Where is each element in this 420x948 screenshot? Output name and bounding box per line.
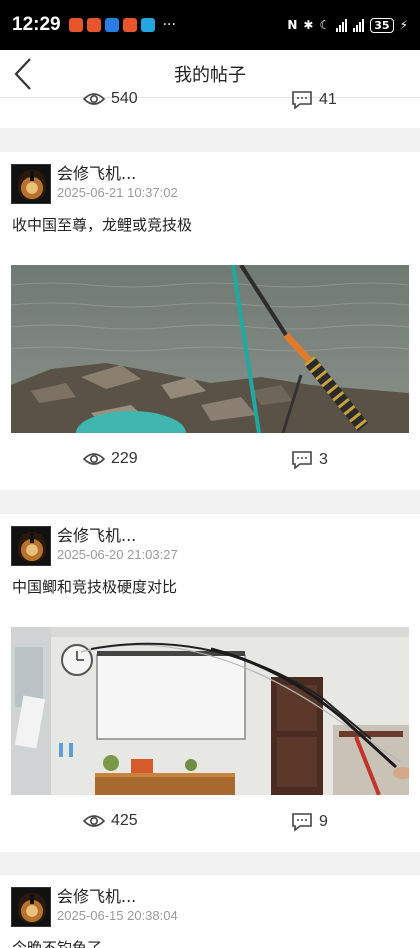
- post-stats: 229 3: [0, 450, 420, 474]
- app-notification-icon: [104, 18, 119, 32]
- back-button[interactable]: [8, 56, 38, 92]
- post-stats: 425 9: [0, 812, 420, 836]
- post-card[interactable]: 会修飞机... 2025-06-20 21:03:27 中国鲫和竞技极硬度对比: [0, 514, 420, 852]
- avatar[interactable]: [11, 526, 51, 566]
- avatar[interactable]: [11, 164, 51, 204]
- post-text: 今晚不钓鱼了: [12, 939, 103, 948]
- post-time: 2025-06-15 20:38:04: [57, 908, 178, 923]
- signal-icon: [353, 18, 365, 32]
- signal-icon: [336, 18, 348, 32]
- comment-count-value: 41: [319, 91, 337, 108]
- post-text: 中国鲫和竞技极硬度对比: [12, 578, 178, 596]
- author-name[interactable]: 会修飞机...: [57, 526, 178, 546]
- page-title: 我的帖子: [174, 64, 246, 86]
- view-count: 540: [83, 90, 138, 108]
- comment-count[interactable]: 41: [291, 90, 337, 110]
- post-image[interactable]: [11, 265, 409, 433]
- post-header: 会修飞机... 2025-06-20 21:03:27: [11, 526, 178, 566]
- charging-icon: ⚡: [399, 18, 408, 32]
- app-notification-icon: [68, 18, 83, 32]
- comment-icon: [292, 451, 312, 470]
- status-bar: 12:29 ··· N ✱ ☾ 35 ⚡: [0, 0, 420, 50]
- fishing-rods-by-water-photo: [11, 265, 409, 433]
- battery-level: 35: [370, 17, 394, 33]
- post-card[interactable]: 会修飞机... 2025-06-15 20:38:04 今晚不钓鱼了: [0, 875, 420, 948]
- chevron-left-icon: [14, 58, 31, 90]
- comment-icon: [292, 813, 312, 832]
- app-notification-icon: [140, 18, 155, 32]
- view-count-value: 425: [111, 812, 138, 829]
- top-nav-bar: 我的帖子: [0, 50, 420, 98]
- eye-icon: [83, 815, 105, 827]
- post-card[interactable]: 会修飞机... 2025-06-21 10:37:02 收中国至尊，龙鲤或竞技极: [0, 152, 420, 490]
- author-name[interactable]: 会修飞机...: [57, 887, 178, 907]
- view-count: 229: [83, 450, 138, 468]
- nfc-icon: N: [287, 18, 298, 32]
- status-time: 12:29: [12, 14, 61, 35]
- post-header: 会修飞机... 2025-06-21 10:37:02: [11, 164, 178, 204]
- notification-icons: ···: [68, 17, 176, 33]
- app-notification-icon: [86, 18, 101, 32]
- comment-count-value: 3: [319, 451, 328, 468]
- bluetooth-icon: ✱: [303, 18, 314, 32]
- author-name[interactable]: 会修飞机...: [57, 164, 178, 184]
- view-count-value: 229: [111, 450, 138, 467]
- avatar[interactable]: [11, 887, 51, 927]
- eye-icon: [83, 453, 105, 465]
- post-text: 收中国至尊，龙鲤或竞技极: [12, 216, 193, 234]
- comment-icon: [292, 91, 312, 110]
- app-notification-icon: [122, 18, 137, 32]
- post-time: 2025-06-21 10:37:02: [57, 185, 178, 200]
- view-count-value: 540: [111, 90, 138, 107]
- post-image[interactable]: [11, 627, 409, 795]
- view-count: 425: [83, 812, 138, 830]
- rods-bending-in-room-photo: [11, 627, 409, 795]
- comment-count-value: 9: [319, 813, 328, 830]
- post-header: 会修飞机... 2025-06-15 20:38:04: [11, 887, 178, 927]
- post-time: 2025-06-20 21:03:27: [57, 547, 178, 562]
- eye-icon: [83, 93, 105, 105]
- more-notifications-icon: ···: [162, 17, 176, 33]
- post-card-partial[interactable]: 540 41: [0, 90, 420, 128]
- comment-count[interactable]: 9: [291, 812, 328, 832]
- system-icons: N ✱ ☾ 35 ⚡: [287, 17, 408, 33]
- comment-count[interactable]: 3: [291, 450, 328, 470]
- moon-icon: ☾: [319, 18, 331, 32]
